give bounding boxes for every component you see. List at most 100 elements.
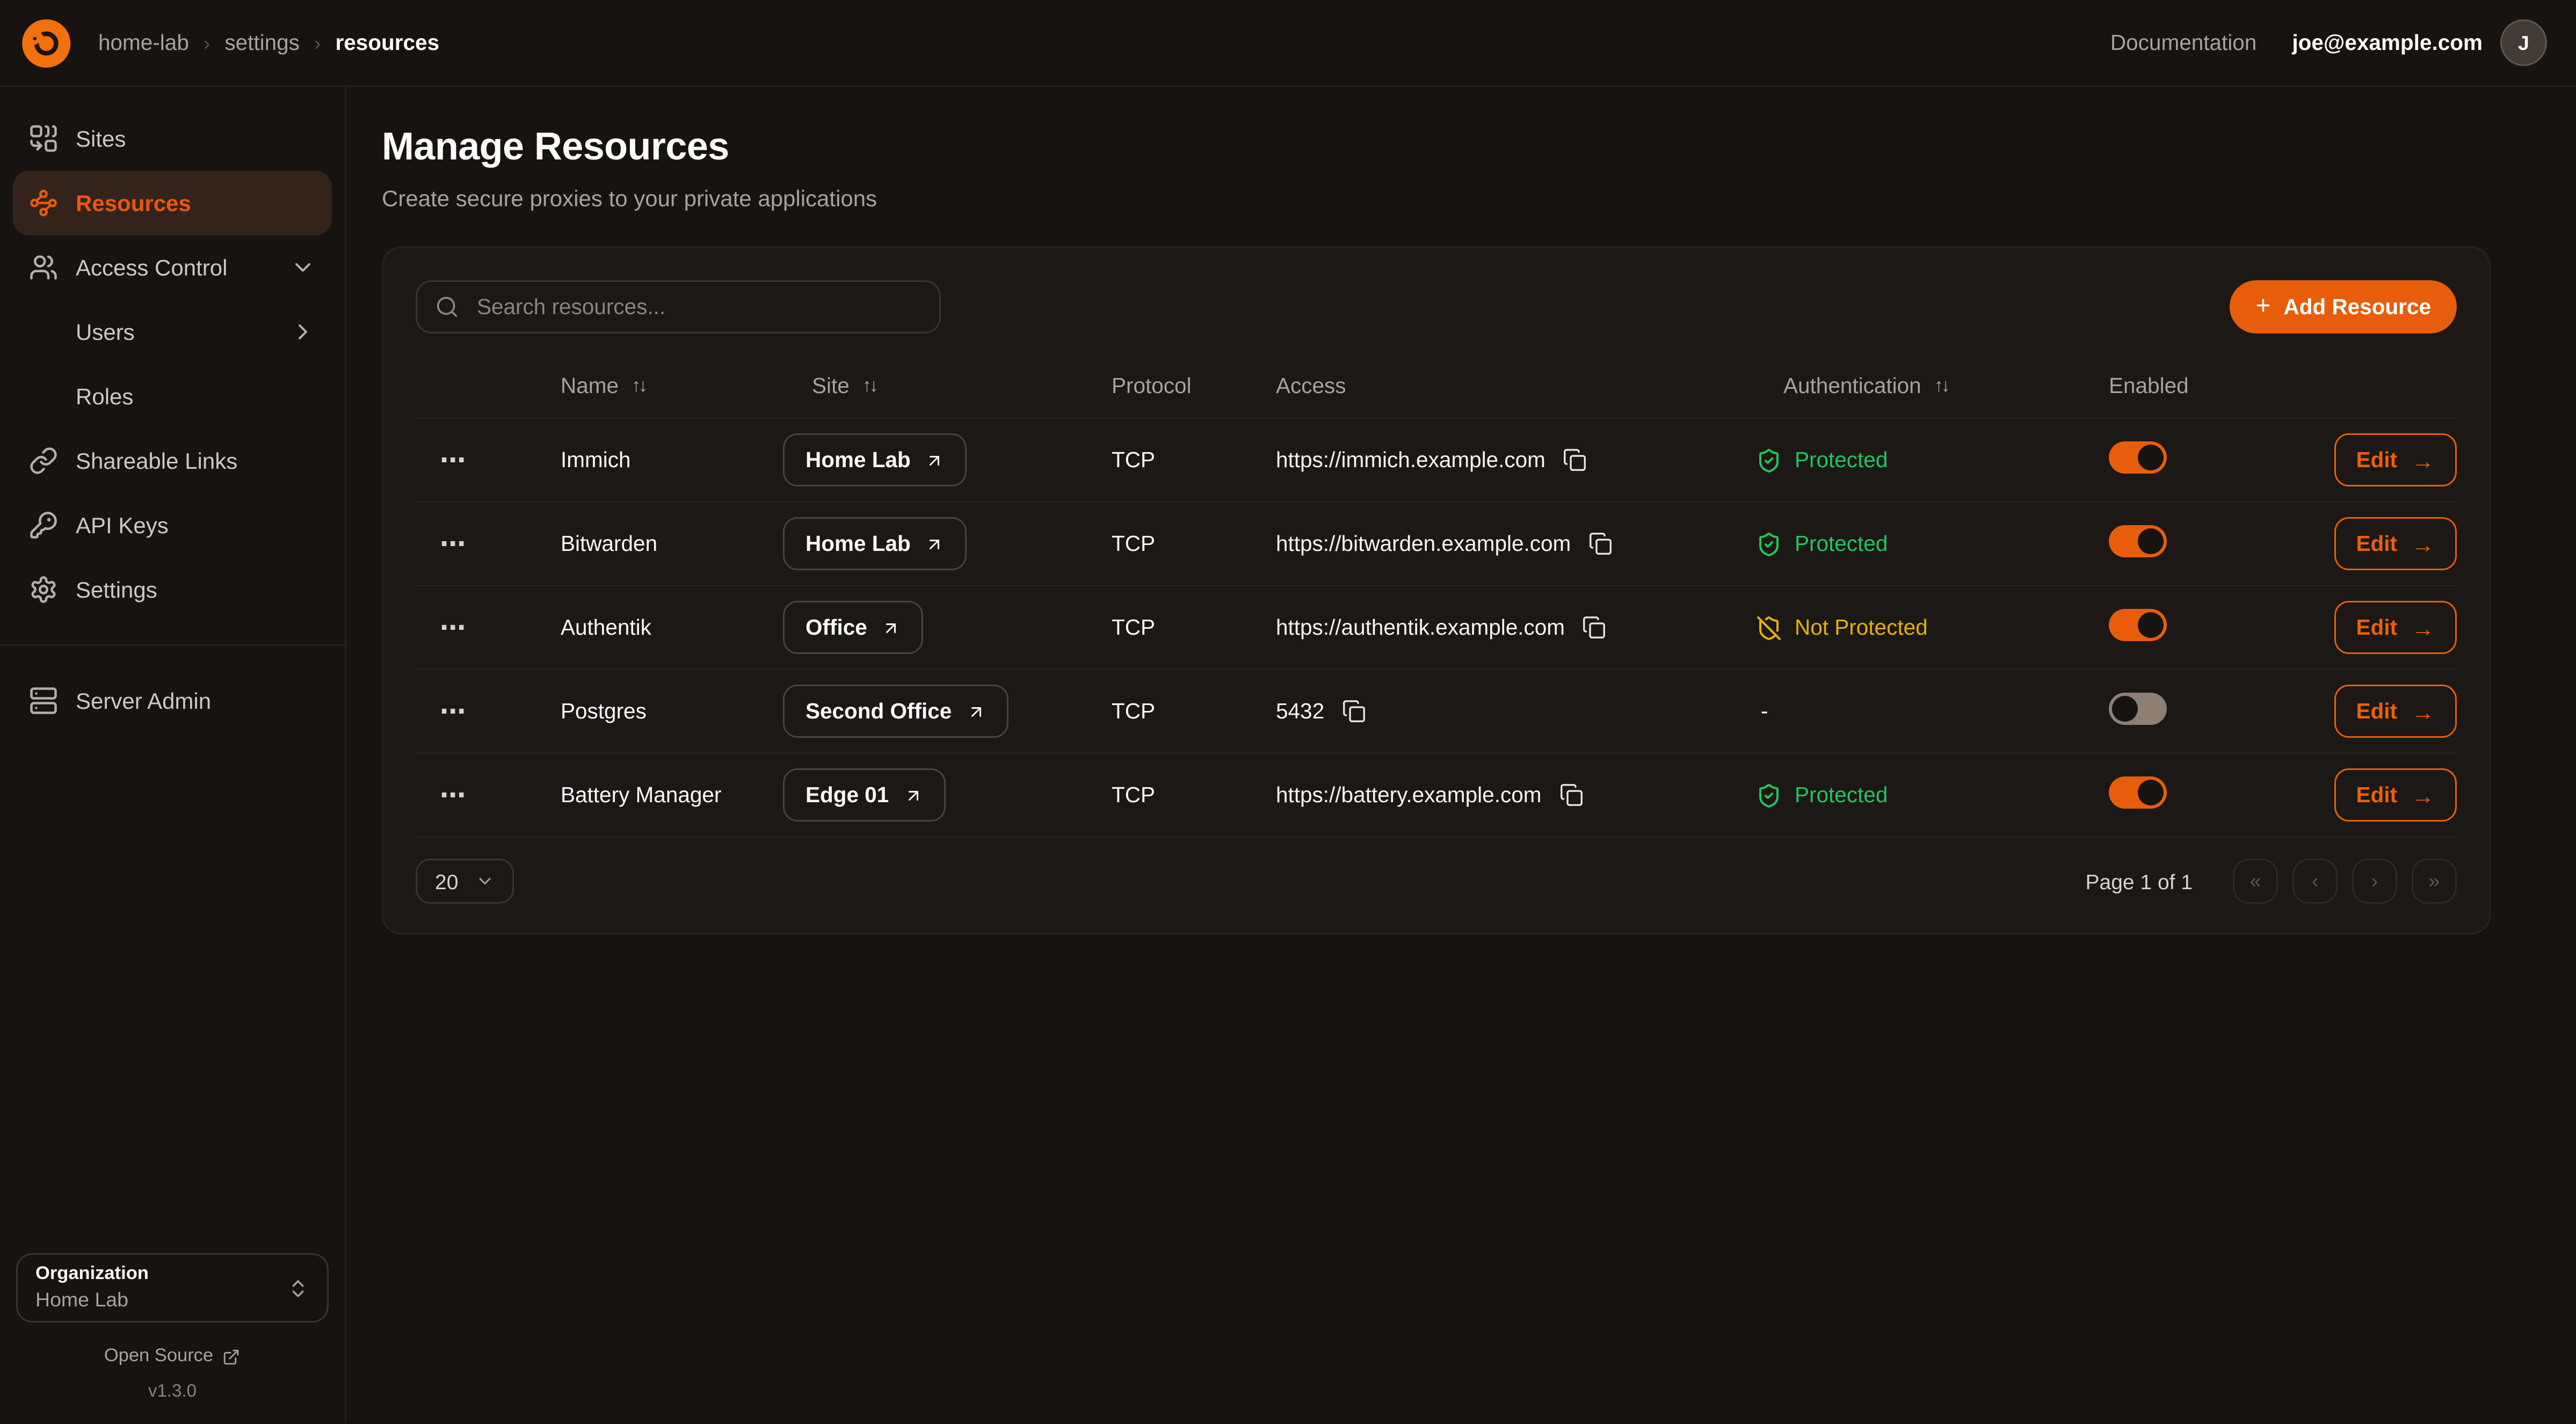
sort-icon: ↑↓ <box>1934 376 1948 396</box>
enabled-toggle[interactable] <box>2109 693 2167 725</box>
avatar[interactable]: J <box>2500 19 2547 66</box>
sidebar-item-sites[interactable]: Sites <box>13 106 332 171</box>
shield-check-icon <box>1756 782 1782 808</box>
row-menu-button[interactable]: ⋯ <box>416 444 561 476</box>
arrow-right-icon: → <box>2412 616 2434 639</box>
last-page-button[interactable]: » <box>2412 859 2457 904</box>
table-row: ⋯ Authentik Office TCP https://authentik… <box>416 586 2457 670</box>
site-link-button[interactable]: Second Office <box>783 685 1008 738</box>
edit-button[interactable]: Edit → <box>2334 601 2457 654</box>
sidebar-item-label: Users <box>76 319 135 345</box>
resource-protocol: TCP <box>1112 615 1276 640</box>
arrow-right-icon: → <box>2412 784 2434 807</box>
gear-icon <box>29 575 58 604</box>
copy-icon <box>1342 699 1366 723</box>
breadcrumb-current: resources <box>335 31 439 55</box>
copy-button[interactable] <box>1559 783 1583 807</box>
arrow-up-right-icon <box>882 618 901 637</box>
sidebar-item-api-keys[interactable]: API Keys <box>13 493 332 557</box>
copy-icon <box>1588 532 1613 556</box>
sort-icon: ↑↓ <box>862 376 876 396</box>
site-link-button[interactable]: Office <box>783 601 924 654</box>
table-header: Name ↑↓ Site ↑↓ Protocol Access <box>416 354 2457 419</box>
organization-value: Home Lab <box>35 1289 149 1311</box>
previous-page-button[interactable]: ‹ <box>2292 859 2338 904</box>
chevrons-up-down-icon <box>287 1277 309 1299</box>
next-page-button[interactable]: › <box>2352 859 2397 904</box>
resource-protocol: TCP <box>1112 783 1276 807</box>
page-indicator: Page 1 of 1 <box>2086 869 2193 893</box>
enabled-toggle[interactable] <box>2109 441 2167 474</box>
search-box <box>416 280 941 333</box>
edit-button[interactable]: Edit → <box>2334 433 2457 486</box>
copy-button[interactable] <box>1583 615 1607 640</box>
first-page-button[interactable]: « <box>2233 859 2278 904</box>
chevron-down-icon <box>290 255 316 280</box>
enabled-toggle[interactable] <box>2109 776 2167 809</box>
sidebar-item-roles[interactable]: Roles <box>13 364 332 428</box>
user-email[interactable]: joe@example.com <box>2292 31 2483 55</box>
sidebar-item-server-admin[interactable]: Server Admin <box>13 669 332 733</box>
copy-button[interactable] <box>1588 532 1613 556</box>
copy-button[interactable] <box>1563 448 1587 472</box>
app-window: home-lab › settings › resources Document… <box>0 0 2576 1424</box>
resource-name: Postgres <box>561 699 783 723</box>
plus-icon: + <box>2255 294 2270 320</box>
copy-icon <box>1563 448 1587 472</box>
sidebar-item-users[interactable]: Users <box>13 300 332 364</box>
resource-protocol: TCP <box>1112 532 1276 556</box>
auth-status: - <box>1756 699 2109 723</box>
organization-selector[interactable]: Organization Home Lab <box>16 1253 329 1323</box>
topbar: home-lab › settings › resources Document… <box>0 0 2576 87</box>
edit-button[interactable]: Edit → <box>2334 517 2457 570</box>
search-input[interactable] <box>474 293 921 321</box>
enabled-toggle[interactable] <box>2109 525 2167 557</box>
edit-button[interactable]: Edit → <box>2334 768 2457 822</box>
site-link-button[interactable]: Home Lab <box>783 517 967 570</box>
copy-button[interactable] <box>1342 699 1366 723</box>
arrow-up-right-icon <box>925 451 945 470</box>
row-menu-button[interactable]: ⋯ <box>416 528 561 560</box>
column-header-name[interactable]: Name ↑↓ <box>561 374 783 398</box>
resource-name: Battery Manager <box>561 783 783 807</box>
row-menu-button[interactable]: ⋯ <box>416 695 561 728</box>
breadcrumb-separator-icon: › <box>314 32 321 54</box>
sidebar-item-shareable-links[interactable]: Shareable Links <box>13 428 332 493</box>
resource-access-url: https://battery.example.com <box>1276 783 1541 807</box>
auth-status: Not Protected <box>1756 615 2109 641</box>
sidebar-item-label: Access Control <box>76 255 227 280</box>
breadcrumb-org[interactable]: home-lab <box>98 31 189 55</box>
enabled-toggle[interactable] <box>2109 609 2167 641</box>
column-header-site[interactable]: Site ↑↓ <box>783 374 1112 398</box>
resource-access-port: 5432 <box>1276 699 1324 723</box>
add-resource-button[interactable]: + Add Resource <box>2230 280 2457 333</box>
resource-access-url: https://bitwarden.example.com <box>1276 532 1571 556</box>
auth-status: Protected <box>1756 782 2109 808</box>
sidebar-item-settings[interactable]: Settings <box>13 557 332 622</box>
site-link-button[interactable]: Home Lab <box>783 433 967 486</box>
site-link-button[interactable]: Edge 01 <box>783 768 945 822</box>
breadcrumb-settings[interactable]: settings <box>224 31 300 55</box>
breadcrumb: home-lab › settings › resources <box>98 31 439 55</box>
page-size-select[interactable]: 20 <box>416 859 514 904</box>
pagination: 20 Page 1 of 1 « ‹ › » <box>416 859 2457 904</box>
column-header-protocol: Protocol <box>1112 374 1276 398</box>
documentation-link[interactable]: Documentation <box>2110 31 2256 55</box>
app-version: v1.3.0 <box>16 1382 329 1401</box>
pangolin-logo-icon <box>16 14 74 72</box>
row-menu-button[interactable]: ⋯ <box>416 612 561 644</box>
table-row: ⋯ Battery Manager Edge 01 TCP https://ba… <box>416 754 2457 838</box>
edit-button[interactable]: Edit → <box>2334 685 2457 738</box>
sidebar-item-label: Sites <box>76 126 126 151</box>
sidebar: Sites Resources Access Control Users Rol… <box>0 87 346 1422</box>
row-menu-button[interactable]: ⋯ <box>416 779 561 811</box>
page-subtitle: Create secure proxies to your private ap… <box>382 185 2576 211</box>
arrow-up-right-icon <box>966 702 985 721</box>
table-row: ⋯ Immich Home Lab TCP https://immich.exa… <box>416 419 2457 503</box>
column-header-authentication[interactable]: Authentication ↑↓ <box>1756 374 2109 398</box>
chevron-right-icon <box>290 319 316 345</box>
sidebar-item-access-control[interactable]: Access Control <box>13 235 332 300</box>
sidebar-item-resources[interactable]: Resources <box>13 171 332 235</box>
sidebar-divider <box>0 644 345 646</box>
open-source-link[interactable]: Open Source <box>16 1347 329 1366</box>
